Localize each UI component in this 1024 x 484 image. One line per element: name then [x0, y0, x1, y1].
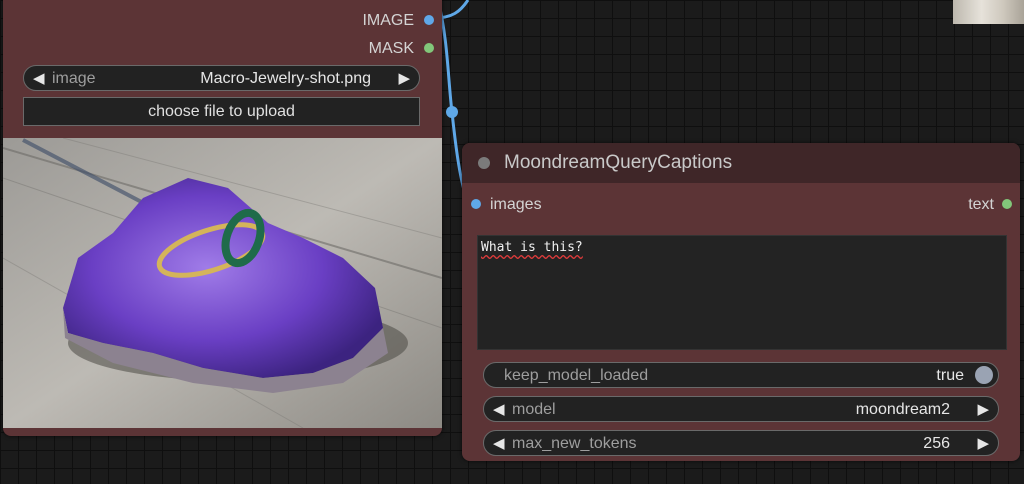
image-widget-label: image [52, 70, 96, 87]
left-arrow-icon[interactable]: ◀ [33, 69, 45, 87]
output-mask-label: MASK [368, 40, 414, 57]
max-new-tokens-label: max_new_tokens [512, 435, 637, 452]
model-combo-widget[interactable]: ◀ model moondream2 ▶ [483, 396, 999, 422]
output-mask-slot[interactable] [424, 43, 434, 53]
output-text-slot[interactable] [1002, 199, 1012, 209]
output-text-label: text [968, 196, 994, 213]
node-title: MoondreamQueryCaptions [504, 152, 733, 173]
max-new-tokens-value: 256 [923, 435, 950, 452]
output-image-label: IMAGE [362, 12, 414, 29]
wire-reroute-dot [446, 106, 458, 118]
model-value: moondream2 [855, 401, 950, 418]
prompt-textarea[interactable]: What is this? [477, 235, 1007, 350]
collapse-dot-icon[interactable] [478, 157, 490, 169]
right-arrow-icon[interactable]: ▶ [977, 400, 989, 418]
right-arrow-icon[interactable]: ▶ [977, 434, 989, 452]
toggle-label: keep_model_loaded [504, 367, 649, 384]
node-title-bar[interactable]: MoondreamQueryCaptions [462, 143, 1020, 183]
image-preview [3, 138, 442, 428]
image-combo-widget[interactable]: ◀ image Macro-Jewelry-shot.png ▶ [23, 65, 420, 91]
max-new-tokens-widget[interactable]: ◀ max_new_tokens 256 ▶ [483, 430, 999, 456]
prompt-text: What is this? [481, 240, 583, 255]
image-widget-value: Macro-Jewelry-shot.png [200, 70, 371, 87]
input-images-slot[interactable] [471, 199, 481, 209]
keep-model-loaded-toggle[interactable]: keep_model_loaded true [483, 362, 999, 388]
toggle-knob-icon[interactable] [975, 366, 993, 384]
moondream-query-node[interactable]: MoondreamQueryCaptions images text What … [462, 143, 1020, 461]
left-arrow-icon[interactable]: ◀ [493, 434, 505, 452]
offscreen-node-thumbnail [953, 0, 1024, 24]
left-arrow-icon[interactable]: ◀ [493, 400, 505, 418]
model-label: model [512, 401, 556, 418]
load-image-node[interactable]: IMAGE MASK ◀ image Macro-Jewelry-shot.pn… [3, 0, 442, 436]
toggle-value: true [936, 367, 964, 384]
right-arrow-icon[interactable]: ▶ [398, 69, 410, 87]
choose-file-button[interactable]: choose file to upload [23, 97, 420, 126]
output-image-slot[interactable] [424, 15, 434, 25]
input-images-label: images [490, 196, 542, 213]
